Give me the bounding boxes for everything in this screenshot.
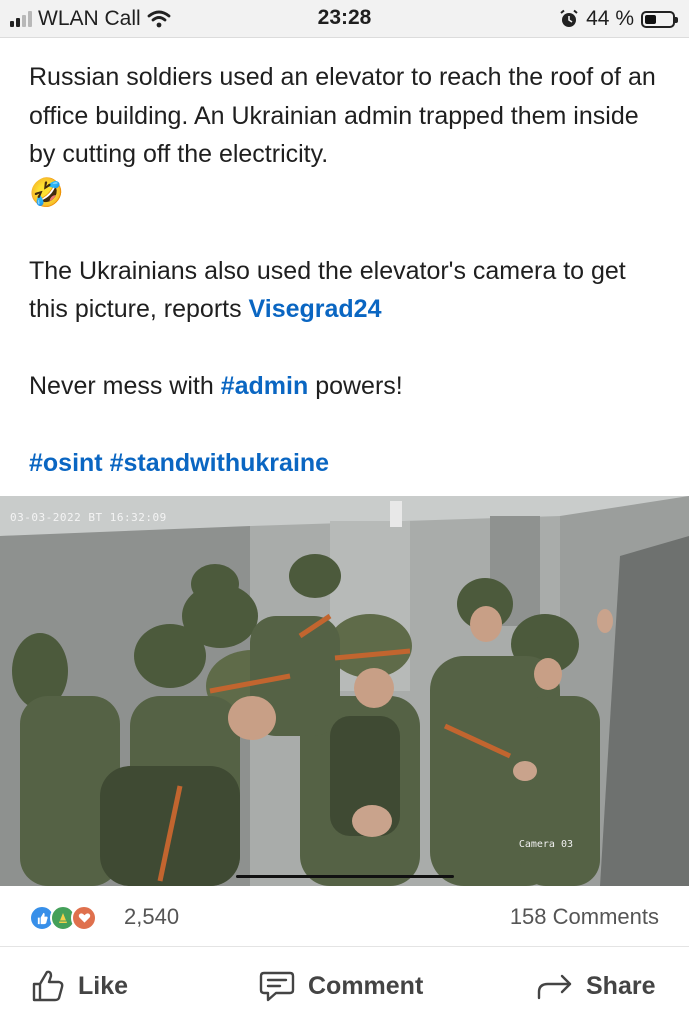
comment-icon — [259, 971, 295, 1002]
post-paragraph: Never mess with #admin powers! — [29, 367, 669, 406]
post-image[interactable]: 03-03-2022 ВТ 16:32:09 Camera 03 — [0, 496, 689, 886]
ukraine-flag-icon — [340, 451, 372, 473]
camera-timestamp: 03-03-2022 ВТ 16:32:09 — [10, 511, 167, 524]
post-paragraph-1: Russian soldiers used an elevator to rea… — [29, 63, 656, 168]
like-label: Like — [78, 971, 129, 1000]
share-label: Share — [586, 971, 656, 1000]
mention-link[interactable]: Visegrad24 — [249, 295, 382, 323]
camera-label: Camera 03 — [518, 839, 573, 850]
love-reaction-icon — [71, 905, 97, 931]
reaction-icons[interactable] — [29, 905, 97, 931]
post-text: Russian soldiers used an elevator to rea… — [29, 58, 669, 483]
comments-count[interactable]: 158 Comments — [510, 904, 659, 930]
status-bar: WLAN Call 23:28 44 % — [0, 0, 689, 38]
reaction-count[interactable]: 2,540 — [124, 904, 179, 930]
post-paragraph: Russian soldiers used an elevator to rea… — [29, 58, 669, 174]
hashtag-admin-link[interactable]: #admin — [221, 372, 309, 400]
media-scrubber[interactable] — [236, 875, 454, 878]
post-paragraph-3-before: Never mess with — [29, 372, 221, 400]
alarm-icon — [560, 9, 578, 27]
share-arrow-icon — [537, 974, 572, 1000]
share-button[interactable]: Share — [536, 966, 655, 1006]
battery-icon — [641, 10, 678, 28]
status-right: 44 % — [559, 6, 678, 32]
thumbs-up-icon — [32, 970, 64, 1002]
battery-percent: 44 % — [586, 7, 634, 30]
like-button[interactable]: Like — [30, 966, 128, 1006]
comment-button[interactable]: Comment — [258, 966, 423, 1006]
battery-level — [645, 14, 656, 24]
comment-label: Comment — [308, 971, 424, 1000]
post-paragraph-3-after: powers! — [308, 372, 403, 400]
action-bar: Like Comment Share — [0, 948, 689, 1024]
reactions-bar: 2,540 158 Comments — [0, 887, 689, 947]
elevator-scene — [0, 496, 689, 886]
post-paragraph: The Ukrainians also used the elevator's … — [29, 252, 669, 329]
hashtags-link[interactable]: #osint #standwithukraine — [29, 449, 329, 477]
hashtag-line: #osint #standwithukraine — [29, 444, 669, 483]
laughing-emoji: 🤣 — [29, 176, 64, 208]
emoji-line: 🤣 — [29, 174, 669, 214]
